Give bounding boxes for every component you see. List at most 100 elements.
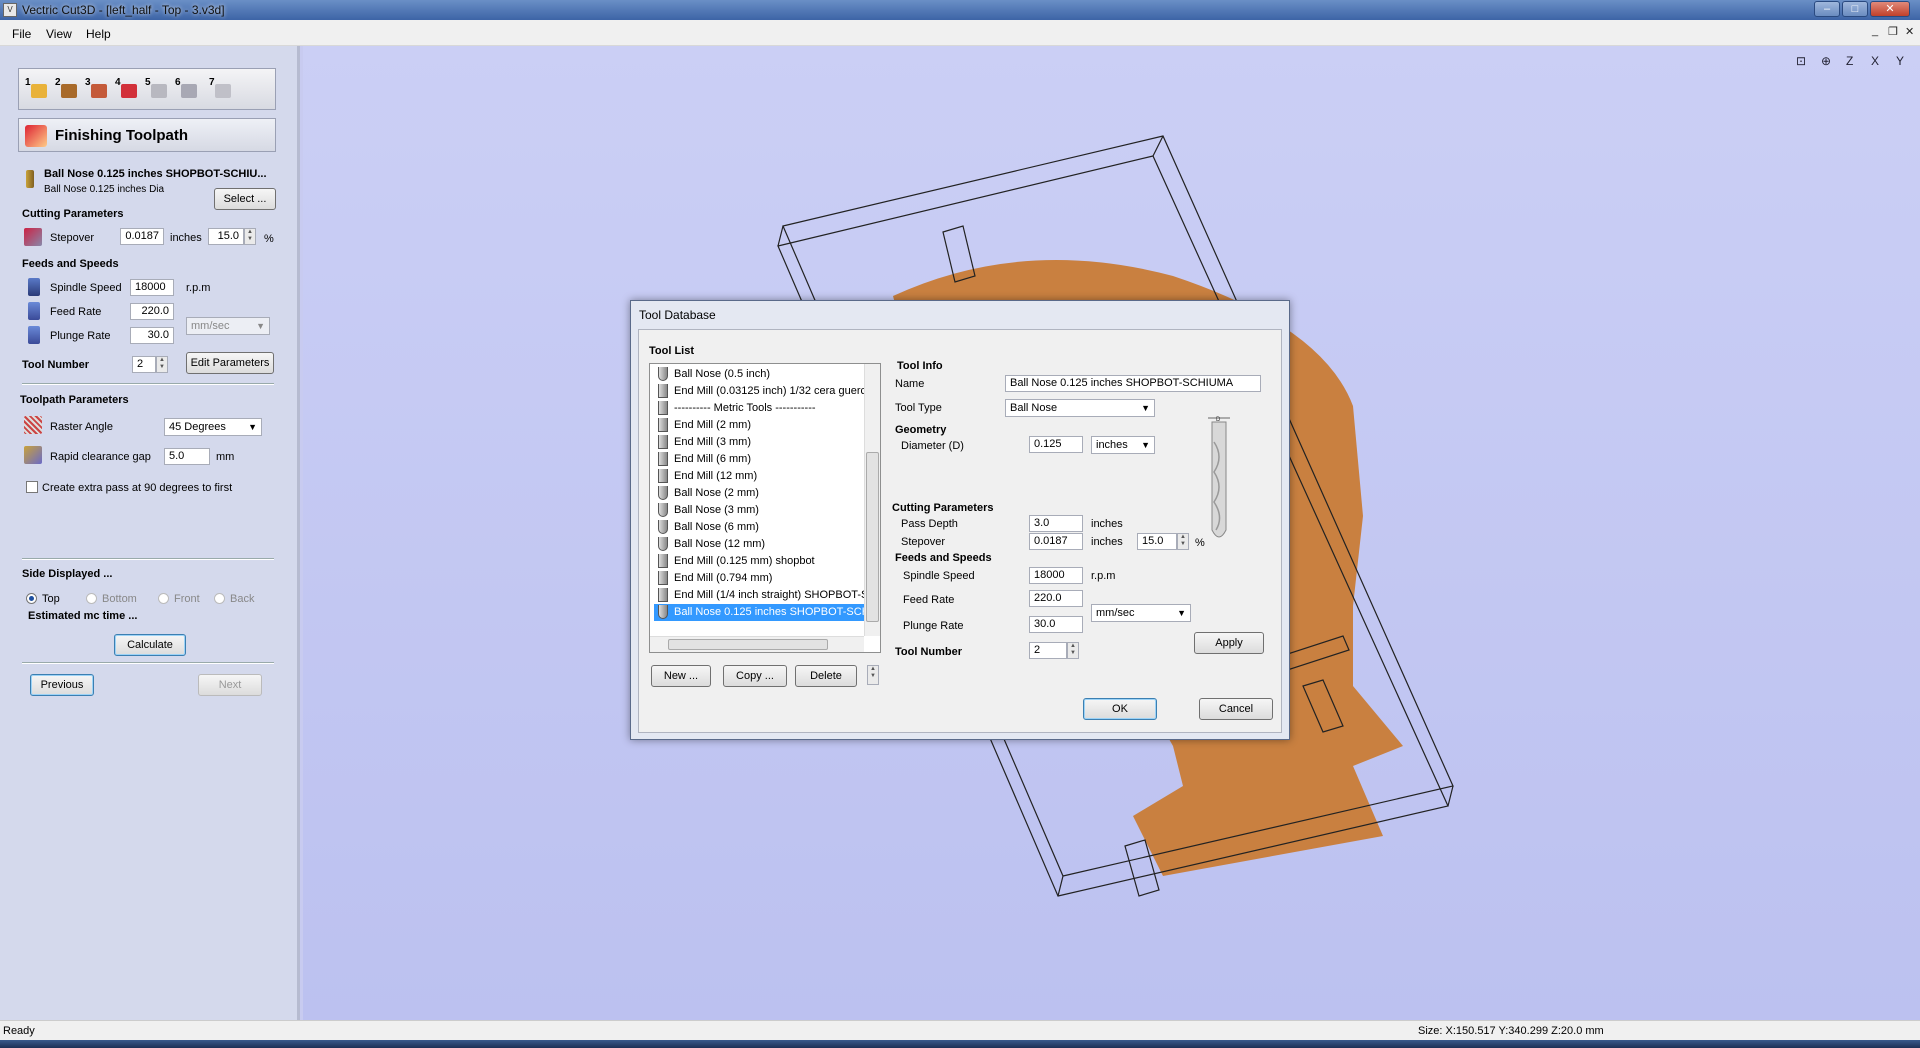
step-6-button[interactable]: 6 xyxy=(175,77,201,101)
reorder-spinner[interactable]: ▲ ▼ xyxy=(867,665,879,685)
dialog-percent-sign: % xyxy=(1195,537,1205,549)
status-text: Ready xyxy=(3,1025,35,1037)
cutout-icon xyxy=(151,84,167,98)
step-5-button[interactable]: 5 xyxy=(145,77,171,101)
step-3-button[interactable]: 3 xyxy=(85,77,111,101)
stepover-unit: inches xyxy=(170,232,202,244)
estimated-time-label: Estimated mc time ... xyxy=(28,610,138,622)
raster-angle-icon xyxy=(24,416,42,434)
apply-button[interactable]: Apply xyxy=(1194,632,1264,654)
previous-button[interactable]: Previous xyxy=(30,674,94,696)
step-4-button[interactable]: 4 xyxy=(115,77,141,101)
stepover-icon xyxy=(24,228,42,246)
edit-parameters-button[interactable]: Edit Parameters xyxy=(186,352,274,374)
stepover-percent-input[interactable]: 15.0 xyxy=(208,228,244,245)
window-title: Vectric Cut3D - [left_half - Top - 3.v3d… xyxy=(22,3,225,17)
roughing-icon xyxy=(91,84,107,98)
tool-name-input[interactable]: Ball Nose 0.125 inches SHOPBOT-SCHIUMA xyxy=(1005,375,1261,392)
diameter-input[interactable]: 0.125 xyxy=(1029,436,1083,453)
dialog-stepover-spinner[interactable]: ▲ ▼ xyxy=(1177,533,1189,550)
tool-list-item[interactable]: Ball Nose (2 mm) xyxy=(654,485,866,502)
dialog-rate-unit-select[interactable]: mm/sec ▼ xyxy=(1091,604,1191,622)
spindle-speed-input[interactable]: 18000 xyxy=(130,279,174,296)
tool-list-hscrollbar[interactable] xyxy=(650,636,864,652)
chevron-down-icon: ▼ xyxy=(256,321,265,331)
stepover-input[interactable]: 0.0187 xyxy=(120,228,164,245)
tool-list-item[interactable]: Ball Nose (3 mm) xyxy=(654,502,866,519)
rapid-clearance-input[interactable]: 5.0 xyxy=(164,448,210,465)
side-front-radio[interactable] xyxy=(158,593,169,604)
menu-view[interactable]: View xyxy=(46,27,72,41)
tool-group-item[interactable]: ---------- Metric Tools ----------- xyxy=(654,400,866,417)
menu-help[interactable]: Help xyxy=(86,27,111,41)
plunge-rate-input[interactable]: 30.0 xyxy=(130,327,174,344)
select-tool-button[interactable]: Select ... xyxy=(214,188,276,210)
dialog-tool-number-input[interactable]: 2 xyxy=(1029,642,1067,659)
dialog-plunge-rate-input[interactable]: 30.0 xyxy=(1029,616,1083,633)
step-2-button[interactable]: 2 xyxy=(55,77,81,101)
tool-list-vscrollbar[interactable] xyxy=(864,364,880,636)
selected-tool-desc: Ball Nose 0.125 inches Dia xyxy=(44,184,165,195)
cancel-button[interactable]: Cancel xyxy=(1199,698,1273,720)
tool-number-input[interactable]: 2 xyxy=(132,356,156,373)
tool-icon xyxy=(26,170,34,188)
side-back-radio[interactable] xyxy=(214,593,225,604)
tool-group-icon xyxy=(658,401,668,415)
dialog-stepover-percent-input[interactable]: 15.0 xyxy=(1137,533,1177,550)
dialog-spindle-unit: r.p.m xyxy=(1091,570,1116,582)
divider xyxy=(22,558,274,560)
rate-unit-select[interactable]: mm/sec ▼ xyxy=(186,317,270,335)
tool-list-item[interactable]: End Mill (0.03125 inch) 1/32 cera guerci… xyxy=(654,383,866,400)
tool-list-item[interactable]: End Mill (12 mm) xyxy=(654,468,866,485)
side-top-radio[interactable] xyxy=(26,593,37,604)
raster-angle-select[interactable]: 45 Degrees ▼ xyxy=(164,418,262,436)
next-button[interactable]: Next xyxy=(198,674,262,696)
tool-list-item[interactable]: End Mill (3 mm) xyxy=(654,434,866,451)
dialog-plunge-rate-label: Plunge Rate xyxy=(903,620,964,632)
mdi-minimize-button[interactable]: _ xyxy=(1872,25,1878,37)
step-1-button[interactable]: 1 xyxy=(25,77,51,101)
dialog-feed-rate-input[interactable]: 220.0 xyxy=(1029,590,1083,607)
ok-button[interactable]: OK xyxy=(1083,698,1157,720)
dialog-stepover-label: Stepover xyxy=(901,536,946,548)
dialog-tool-number-spinner[interactable]: ▲ ▼ xyxy=(1067,642,1079,659)
tool-number-spinner[interactable]: ▲ ▼ xyxy=(156,356,168,373)
feed-rate-input[interactable]: 220.0 xyxy=(130,303,174,320)
tool-list-title: Tool List xyxy=(649,345,695,357)
tool-list-item[interactable]: End Mill (6 mm) xyxy=(654,451,866,468)
stepover-percent-spinner[interactable]: ▲ ▼ xyxy=(244,228,256,245)
delete-tool-button[interactable]: Delete xyxy=(795,665,857,687)
diameter-unit-select[interactable]: inches ▼ xyxy=(1091,436,1155,454)
scroll-thumb[interactable] xyxy=(668,639,828,650)
tool-list[interactable]: Ball Nose (0.5 inch) End Mill (0.03125 i… xyxy=(649,363,881,653)
extra-pass-checkbox[interactable] xyxy=(26,481,38,493)
tool-list-item[interactable]: Ball Nose (12 mm) xyxy=(654,536,866,553)
rapid-clearance-icon xyxy=(24,446,42,464)
tool-type-select[interactable]: Ball Nose ▼ xyxy=(1005,399,1155,417)
mdi-restore-button[interactable]: ❐ xyxy=(1888,25,1898,38)
minimize-button[interactable]: – xyxy=(1814,1,1840,17)
dialog-spindle-input[interactable]: 18000 xyxy=(1029,567,1083,584)
menu-file[interactable]: File xyxy=(12,27,31,41)
step-7-button[interactable]: 7 xyxy=(209,77,235,101)
new-tool-button[interactable]: New ... xyxy=(651,665,711,687)
side-bottom-radio[interactable] xyxy=(86,593,97,604)
close-button[interactable]: ✕ xyxy=(1870,1,1910,17)
calculate-button[interactable]: Calculate xyxy=(114,634,186,656)
tool-list-item[interactable]: End Mill (0.125 mm) shopbot xyxy=(654,553,866,570)
preview-icon xyxy=(181,84,197,98)
ball-nose-icon xyxy=(658,520,668,534)
maximize-button[interactable]: □ xyxy=(1842,1,1868,17)
dialog-stepover-input[interactable]: 0.0187 xyxy=(1029,533,1083,550)
copy-tool-button[interactable]: Copy ... xyxy=(723,665,787,687)
geometry-title: Geometry xyxy=(895,424,947,436)
tool-list-item-selected[interactable]: Ball Nose 0.125 inches SHOPBOT-SCHIUMA xyxy=(654,604,866,621)
tool-list-item[interactable]: End Mill (1/4 inch straight) SHOPBOT-SCH… xyxy=(654,587,866,604)
scroll-thumb[interactable] xyxy=(866,452,879,622)
pass-depth-input[interactable]: 3.0 xyxy=(1029,515,1083,532)
mdi-close-button[interactable]: ✕ xyxy=(1905,25,1914,38)
tool-list-item[interactable]: End Mill (0.794 mm) xyxy=(654,570,866,587)
tool-list-item[interactable]: End Mill (2 mm) xyxy=(654,417,866,434)
tool-list-item[interactable]: Ball Nose (0.5 inch) xyxy=(654,366,866,383)
tool-list-item[interactable]: Ball Nose (6 mm) xyxy=(654,519,866,536)
